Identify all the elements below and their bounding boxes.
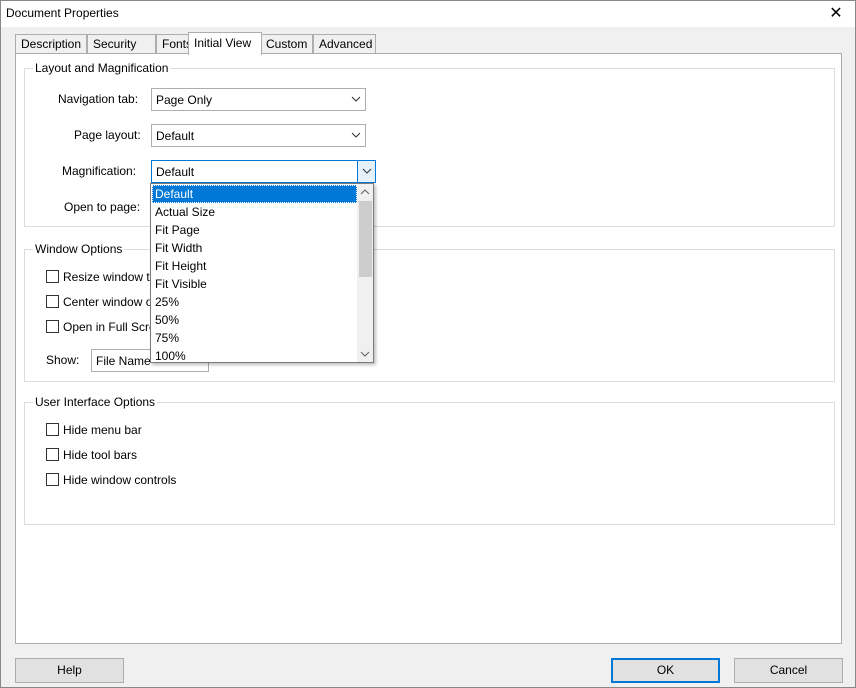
full-screen-label: Open in Full Scre (63, 320, 156, 334)
tab-security[interactable]: Security (87, 34, 156, 54)
resize-window-checkbox[interactable] (46, 270, 59, 283)
window-title: Document Properties (6, 6, 119, 20)
page-layout-label: Page layout: (74, 128, 141, 142)
magnification-select[interactable]: Default (151, 160, 376, 183)
ok-button[interactable]: OK (611, 658, 720, 683)
group-title: Layout and Magnification (33, 61, 171, 75)
dropdown-option[interactable]: Fit Visible (152, 275, 357, 293)
center-window-label: Center window o (63, 295, 153, 309)
title-bar: Document Properties ✕ (1, 1, 855, 27)
dropdown-scrollbar[interactable] (357, 184, 373, 362)
magnification-value: Default (156, 165, 195, 179)
group-title: User Interface Options (33, 395, 158, 409)
chevron-down-icon (347, 89, 365, 110)
hide-window-controls-label: Hide window controls (63, 473, 177, 487)
hide-menu-bar-label: Hide menu bar (63, 423, 142, 437)
hide-tool-bars-label: Hide tool bars (63, 448, 138, 462)
scrollbar-thumb[interactable] (359, 201, 372, 277)
full-screen-checkbox[interactable] (46, 320, 59, 333)
tab-advanced[interactable]: Advanced (313, 34, 376, 54)
navigation-tab-select[interactable]: Page Only (151, 88, 366, 111)
resize-window-label: Resize window to (63, 270, 157, 284)
page-layout-select[interactable]: Default (151, 124, 366, 147)
show-value: File Name (96, 354, 151, 368)
layout-magnification-group: Layout and Magnification Navigation tab:… (24, 61, 835, 227)
dropdown-option[interactable]: 100% (152, 347, 357, 365)
magnification-label: Magnification: (62, 164, 137, 178)
group-title: Window Options (33, 242, 125, 256)
navigation-tab-value: Page Only (156, 93, 213, 107)
close-icon[interactable]: ✕ (825, 4, 847, 24)
dropdown-option[interactable]: Actual Size (152, 203, 357, 221)
tab-initial-view[interactable]: Initial View (188, 32, 262, 55)
dropdown-option[interactable]: 50% (152, 311, 357, 329)
chevron-down-icon (347, 125, 365, 146)
chevron-down-icon[interactable] (357, 346, 373, 362)
cancel-button[interactable]: Cancel (734, 658, 843, 683)
hide-window-controls-checkbox[interactable] (46, 473, 59, 486)
chevron-down-icon (357, 161, 375, 182)
chevron-up-icon[interactable] (357, 184, 373, 200)
dropdown-option[interactable]: Fit Page (152, 221, 357, 239)
dropdown-option[interactable]: Fit Width (152, 239, 357, 257)
magnification-dropdown-list[interactable]: Default Actual Size Fit Page Fit Width F… (150, 183, 374, 363)
user-interface-options-group: User Interface Options Hide menu bar Hid… (24, 395, 835, 525)
hide-menu-bar-checkbox[interactable] (46, 423, 59, 436)
open-to-page-label: Open to page: (64, 200, 141, 214)
dropdown-option[interactable]: Fit Height (152, 257, 357, 275)
page-layout-value: Default (156, 129, 195, 143)
navigation-tab-label: Navigation tab: (58, 92, 139, 106)
tab-custom[interactable]: Custom (260, 34, 313, 54)
dropdown-option[interactable]: 75% (152, 329, 357, 347)
hide-tool-bars-checkbox[interactable] (46, 448, 59, 461)
document-properties-dialog: Document Properties ✕ Description Securi… (0, 0, 856, 688)
show-label: Show: (46, 353, 80, 367)
dropdown-option[interactable]: 25% (152, 293, 357, 311)
tab-description[interactable]: Description (15, 34, 87, 54)
help-button[interactable]: Help (15, 658, 124, 683)
initial-view-panel: Layout and Magnification Navigation tab:… (15, 53, 842, 644)
center-window-checkbox[interactable] (46, 295, 59, 308)
window-options-group: Window Options Resize window to Center w… (24, 242, 835, 382)
dropdown-option-default[interactable]: Default (152, 185, 357, 203)
